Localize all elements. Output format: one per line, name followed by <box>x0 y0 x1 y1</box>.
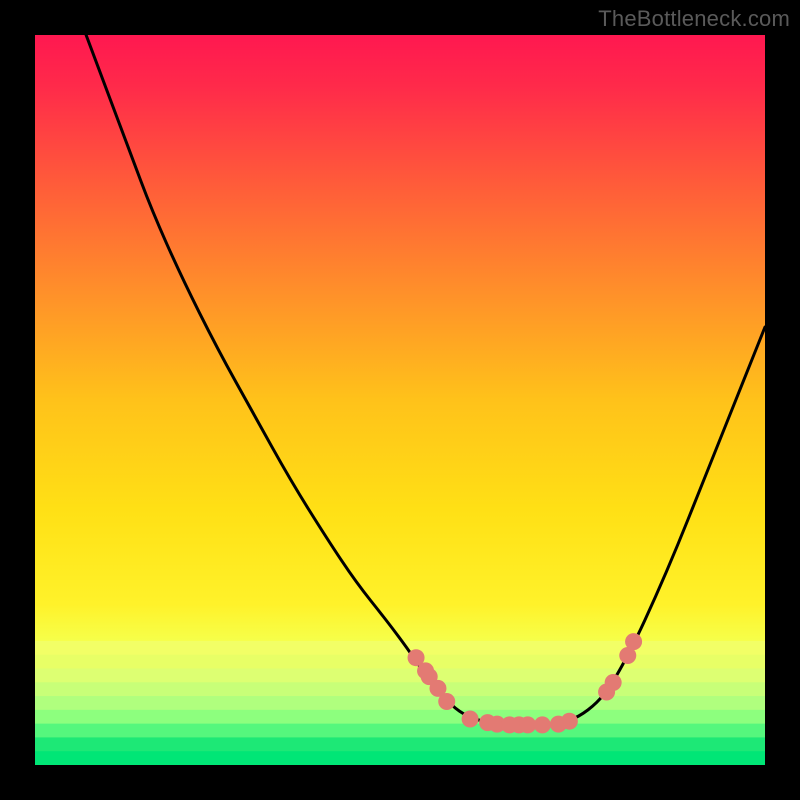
watermark-text: TheBottleneck.com <box>598 6 790 32</box>
chart-frame: TheBottleneck.com <box>0 0 800 800</box>
bottleneck-chart <box>35 35 765 765</box>
chart-svg <box>35 35 765 765</box>
